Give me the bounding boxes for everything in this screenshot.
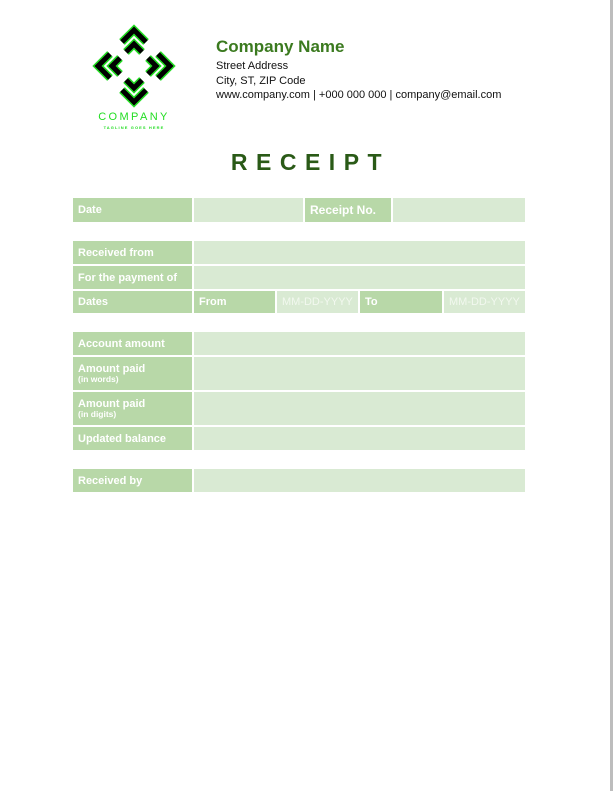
diamond-knot-logo-icon — [92, 24, 176, 108]
date-label-text: Date — [78, 204, 102, 216]
updated-balance-label: Updated balance — [73, 427, 192, 450]
amount-words-field[interactable] — [194, 357, 525, 390]
received-by-field[interactable] — [194, 469, 525, 492]
page-title: RECEIPT — [230, 149, 391, 175]
receipt-no-field[interactable] — [393, 198, 525, 222]
to-label: To — [360, 291, 442, 313]
logo-company-text: COMPANY — [98, 111, 170, 123]
updated-balance-field[interactable] — [194, 427, 525, 450]
receipt-no-label-text: Receipt No. — [310, 203, 377, 217]
received-from-label: Received from — [73, 241, 192, 264]
date-label: Date — [73, 198, 192, 222]
amount-digits-sublabel: (in digits) — [78, 409, 117, 419]
receipt-no-label: Receipt No. — [305, 198, 391, 222]
from-date-field[interactable]: MM-DD-YYYY — [277, 291, 358, 313]
date-field[interactable] — [194, 198, 303, 222]
street-address: Street Address — [216, 60, 289, 72]
to-label-text: To — [365, 296, 378, 308]
dates-label-text: Dates — [78, 296, 108, 308]
received-from-field[interactable] — [194, 241, 525, 264]
amount-digits-field[interactable] — [194, 392, 525, 425]
received-by-label-text: Received by — [78, 474, 143, 487]
received-from-label-text: Received from — [78, 246, 154, 259]
payment-of-field[interactable] — [194, 266, 525, 289]
city-state-zip: City, ST, ZIP Code — [216, 74, 306, 87]
company-logo: COMPANY TAGLINE GOES HERE — [86, 22, 182, 132]
company-name: Company Name — [216, 37, 345, 56]
account-amount-label-text: Account amount — [78, 337, 165, 350]
updated-balance-label-text: Updated balance — [78, 432, 167, 445]
logo-tagline: TAGLINE GOES HERE — [103, 125, 165, 130]
from-date-placeholder: MM-DD-YYYY — [282, 296, 353, 308]
company-info: Company Name Street Address City, ST, ZI… — [216, 37, 501, 103]
account-amount-field[interactable] — [194, 332, 525, 355]
amount-words-sublabel: (in words) — [78, 374, 119, 384]
amount-digits-label: Amount paid (in digits) — [73, 392, 192, 425]
from-label: From — [194, 291, 275, 313]
payment-of-label-text: For the payment of — [78, 271, 178, 284]
dates-label: Dates — [73, 291, 192, 313]
amount-words-label: Amount paid (in words) — [73, 357, 192, 390]
to-date-placeholder: MM-DD-YYYY — [449, 296, 520, 308]
from-label-text: From — [199, 296, 227, 308]
contact-info: www.company.com | +000 000 000 | company… — [216, 89, 502, 101]
payment-of-label: For the payment of — [73, 266, 192, 289]
received-by-label: Received by — [73, 469, 192, 492]
to-date-field[interactable]: MM-DD-YYYY — [444, 291, 525, 313]
account-amount-label: Account amount — [73, 332, 192, 355]
